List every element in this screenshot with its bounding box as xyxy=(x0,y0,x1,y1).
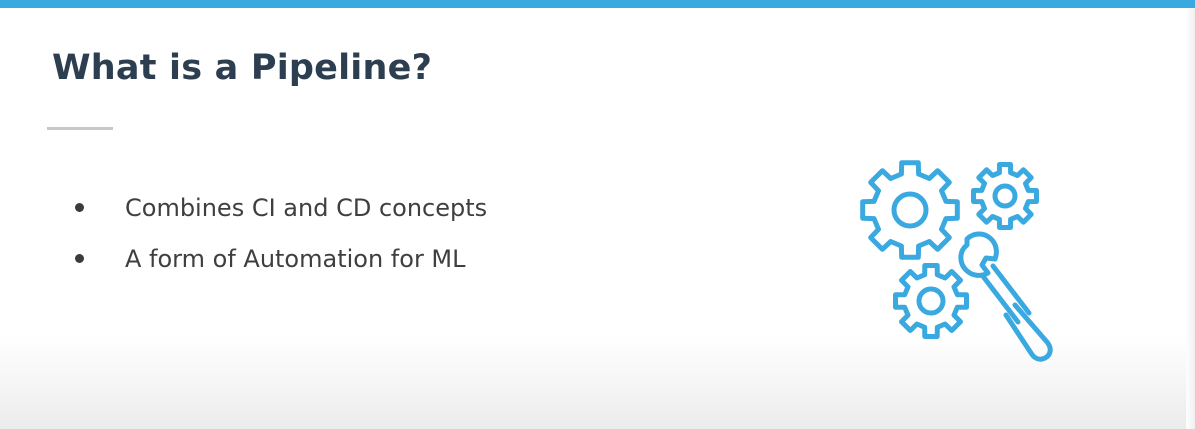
gear-hole xyxy=(992,183,1018,209)
gear-icon xyxy=(893,263,969,339)
gear-outline xyxy=(971,162,1039,230)
accent-bar xyxy=(0,0,1195,8)
gear-hole xyxy=(891,191,929,229)
bullet-dot-icon xyxy=(75,254,84,263)
gear-hole xyxy=(916,286,946,316)
wrench-icon xyxy=(958,231,1053,362)
gears-wrench-illustration xyxy=(855,155,1070,365)
gear-outline xyxy=(893,263,969,339)
gear-icon xyxy=(860,160,960,260)
bullet-dot-icon xyxy=(75,203,84,212)
gear-icon xyxy=(971,162,1039,230)
slide-edge-shadow xyxy=(1186,8,1195,429)
title-divider xyxy=(47,127,113,130)
bullet-text: Combines CI and CD concepts xyxy=(125,194,488,222)
gear-outline xyxy=(860,160,960,260)
slide: What is a Pipeline? Combines CI and CD c… xyxy=(0,0,1195,429)
bullet-text: A form of Automation for ML xyxy=(125,245,466,273)
slide-title: What is a Pipeline? xyxy=(52,48,433,88)
